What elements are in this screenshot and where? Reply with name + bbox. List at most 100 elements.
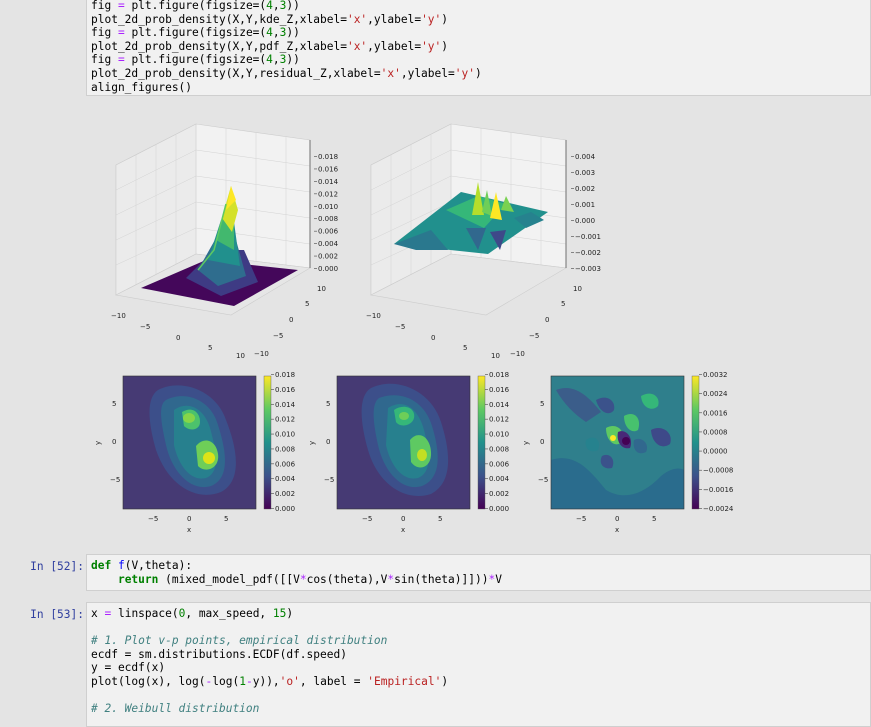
string: 'Empirical' [367,674,442,688]
code-line: plot_2d_prob_density(X,Y,residual_Z,xlab… [91,66,482,80]
tick-label: 0.0024 [703,390,728,398]
svg-text:−5: −5 [324,476,334,484]
tick-label: 0.0000 [703,448,728,456]
tick-label: 0.0016 [703,409,728,417]
cell-prompt-53: In [53]: [30,608,84,621]
svg-text:0: 0 [615,515,619,523]
svg-text:−5: −5 [395,323,405,331]
tick-label: 0.001 [575,201,595,209]
tick-label: 0.002 [318,253,338,261]
comment: # 2. Weibull distribution [91,702,260,716]
tick-label: 0.014 [275,401,296,409]
tick-label: 0.000 [489,505,509,513]
comment: # 1. Plot v-p points, empirical distribu… [91,634,388,648]
tick-label: 0.016 [318,165,339,173]
z-tick-labels: 0.004 0.003 0.002 0.001 0.000 −0.001 −0.002 −0.… [571,153,601,273]
code-text: (V,theta): [124,559,193,572]
svg-text:−5: −5 [148,515,158,523]
tick-label: 0.008 [318,215,338,223]
keyword: return [117,572,159,586]
svg-text:0: 0 [540,438,544,446]
svg-text:0: 0 [187,515,191,523]
tick-label: 0.000 [318,265,338,273]
svg-text:5: 5 [652,515,656,523]
tick-label: 0.014 [489,401,510,409]
svg-text:10: 10 [491,352,500,360]
tick-label: 0.000 [575,217,595,225]
tick-label: −0.001 [575,233,601,241]
plot-output-svg: 0.018 0.016 0.014 0.012 0.010 0.008 0.006 0.004… [94,123,734,534]
svg-text:x: x [187,526,191,534]
svg-text:5: 5 [112,400,116,408]
cell-prompt-52: In [52]: [30,560,84,573]
svg-text:0: 0 [176,334,180,342]
svg-text:0: 0 [289,316,293,324]
tick-label: 0.002 [275,490,295,498]
tick-label: 0.010 [275,431,295,439]
tick-label: 0.002 [489,490,509,498]
string: 'o' [279,674,300,688]
tick-label: 0.018 [318,153,338,161]
svg-text:−5: −5 [529,332,539,340]
colorbar-ticks: 0.018 0.016 0.014 0.012 0.010 0.008 0.006 0.004… [271,371,296,513]
tick-label: 0.004 [489,475,510,483]
svg-text:10: 10 [236,352,245,360]
function-name: f [117,559,125,572]
tick-label: 0.012 [318,190,338,198]
operator: - [245,674,253,688]
svg-text:5: 5 [224,515,228,523]
tick-label: 0.0032 [703,371,728,379]
code-text: linspace( [111,607,179,620]
number: 15 [272,607,287,620]
svg-text:0: 0 [545,316,549,324]
tick-label: 0.004 [575,153,596,161]
svg-text:y: y [94,441,102,445]
svg-text:x: x [401,526,405,534]
z-tick-labels: 0.018 0.016 0.014 0.012 0.010 0.008 0.006 0.004… [314,153,339,273]
code-editor[interactable]: x = linspace(0, max_speed, 15) # 1. Plot… [87,603,870,720]
code-cell-52[interactable]: def f(V,theta): return (mixed_model_pdf(… [86,554,871,591]
tick-label: 0.010 [489,431,509,439]
svg-text:y: y [522,441,530,445]
svg-text:5: 5 [438,515,442,523]
code-editor[interactable]: fig = plt.figure(figsize=(4,3)) plot_2d_… [87,0,870,98]
svg-text:5: 5 [561,300,565,308]
code-text: ) [441,674,449,688]
tick-label: 0.004 [275,475,296,483]
code-text: y)), [252,674,280,688]
code-text: y = ecdf(x) [91,661,166,675]
keyword: def [91,559,118,572]
tick-label: 0.006 [318,228,339,236]
svg-text:−5: −5 [140,323,150,331]
tick-label: −0.003 [575,265,601,273]
code-text: x [91,607,105,620]
surface-plot-residual: 0.004 0.003 0.002 0.001 0.000 −0.001 −0.002 −0.… [366,123,601,360]
tick-label: 0.006 [489,460,510,468]
code-text: , label = [299,674,368,688]
code-line: plot_2d_prob_density(X,Y,kde_Z,xlabel='x… [91,12,449,26]
tick-label: 0.010 [318,203,338,211]
svg-text:0: 0 [112,438,116,446]
tick-label: −0.002 [575,249,601,257]
code-text: sin(theta)]])) [394,572,489,586]
code-cell-top[interactable]: fig = plt.figure(figsize=(4,3)) plot_2d_… [86,0,871,96]
contour-plot-kde: 0.018 0.016 0.014 0.012 0.010 0.008 0.006 0.004… [94,371,296,534]
tick-label: 0.012 [275,416,295,424]
code-cell-53[interactable]: x = linspace(0, max_speed, 15) # 1. Plot… [86,602,871,727]
tick-label: −0.0008 [703,467,733,475]
tick-label: 0.018 [275,371,295,379]
svg-text:5: 5 [540,400,544,408]
svg-text:−10: −10 [366,312,381,320]
svg-text:−5: −5 [576,515,586,523]
svg-text:5: 5 [463,344,467,352]
tick-label: −0.0016 [703,486,734,494]
tick-label: 0.002 [575,185,595,193]
colorbar-ticks: 0.018 0.016 0.014 0.012 0.010 0.008 0.006 0.004… [485,371,510,513]
svg-text:5: 5 [305,300,309,308]
code-text: cos(theta),V [306,572,388,586]
svg-text:x: x [615,526,619,534]
code-editor[interactable]: def f(V,theta): return (mixed_model_pdf(… [87,555,870,590]
svg-text:10: 10 [573,285,582,293]
surface-plot-kde: 0.018 0.016 0.014 0.012 0.010 0.008 0.006 0.004… [111,123,339,360]
